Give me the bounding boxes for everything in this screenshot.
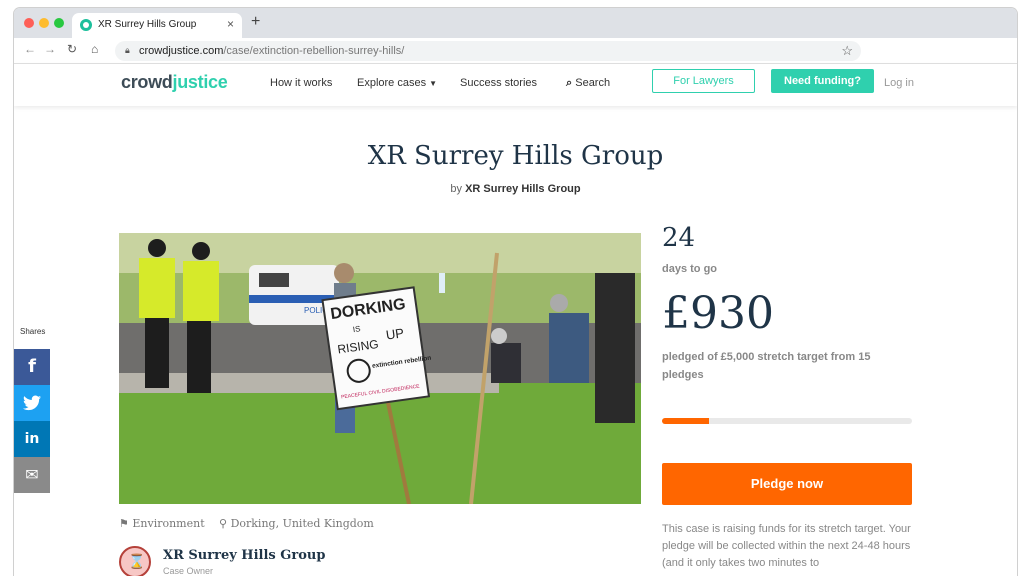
- for-lawyers-button[interactable]: For Lawyers: [652, 69, 755, 93]
- caret-down-icon: ▼: [429, 79, 438, 88]
- browser-tab[interactable]: XR Surrey Hills Group ×: [72, 13, 242, 38]
- logo-text-justice: justice: [172, 72, 228, 92]
- crowdjustice-favicon-icon: [80, 19, 92, 31]
- lock-icon: 🔒︎: [125, 45, 130, 55]
- protest-photo: POLICE DORKING IS RISING UP extinction r…: [119, 233, 641, 504]
- amount-raised: £930: [662, 288, 774, 339]
- nav-search-label: Search: [575, 77, 611, 89]
- back-arrow-icon[interactable]: ←: [24, 42, 36, 56]
- linkedin-share-button[interactable]: in: [14, 421, 50, 457]
- funding-progress-fill: [662, 418, 709, 424]
- owner-avatar[interactable]: [119, 546, 151, 576]
- site-header: crowdjustice How it works Explore cases …: [14, 64, 1017, 106]
- close-window-button[interactable]: [24, 18, 34, 28]
- tab-close-icon[interactable]: ×: [227, 17, 234, 31]
- bookmark-star-icon[interactable]: ☆: [841, 43, 853, 59]
- pledge-now-button[interactable]: Pledge now: [662, 463, 912, 505]
- days-remaining-label: days to go: [662, 263, 718, 275]
- byline-owner-link[interactable]: XR Surrey Hills Group: [465, 183, 581, 195]
- browser-window: XR Surrey Hills Group × + ← → ↻ ⌂ 🔒︎ cro…: [14, 8, 1017, 576]
- tab-title: XR Surrey Hills Group: [98, 19, 197, 30]
- linkedin-icon: in: [24, 431, 40, 447]
- facebook-icon: f: [28, 356, 36, 377]
- address-bar[interactable]: 🔒︎ crowdjustice.com/case/extinction-rebe…: [115, 41, 861, 61]
- twitter-icon: [23, 395, 41, 411]
- email-share-button[interactable]: ✉: [14, 457, 50, 493]
- funding-progress-bar: [662, 418, 912, 424]
- logo-text-crowd: crowd: [121, 72, 173, 92]
- byline: by XR Surrey Hills Group: [14, 183, 1017, 195]
- nav-explore-label: Explore cases: [357, 77, 427, 89]
- email-icon: ✉: [25, 465, 39, 484]
- forward-arrow-icon[interactable]: →: [44, 42, 56, 56]
- minimize-window-button[interactable]: [39, 18, 49, 28]
- home-icon[interactable]: ⌂: [91, 42, 98, 56]
- nav-success-stories[interactable]: Success stories: [460, 77, 537, 89]
- new-tab-button[interactable]: +: [251, 13, 260, 31]
- nav-how-it-works[interactable]: How it works: [270, 77, 332, 89]
- days-remaining-count: 24: [662, 223, 696, 253]
- url-domain: crowdjustice.com: [139, 45, 224, 57]
- location-pin-icon: ⚲: [219, 517, 228, 530]
- url-text[interactable]: crowdjustice.com/case/extinction-rebelli…: [139, 45, 404, 57]
- crowdjustice-logo[interactable]: crowdjustice: [121, 72, 228, 93]
- url-path: /case/extinction-rebellion-surrey-hills/: [223, 45, 405, 57]
- login-link[interactable]: Log in: [884, 77, 914, 89]
- nav-search[interactable]: ⌕ Search: [566, 77, 610, 90]
- browser-toolbar: ← → ↻ ⌂ 🔒︎ crowdjustice.com/case/extinct…: [14, 38, 1017, 64]
- maximize-window-button[interactable]: [54, 18, 64, 28]
- pledged-summary: pledged of £5,000 stretch target from 15…: [662, 351, 871, 381]
- facebook-share-button[interactable]: f: [14, 349, 50, 385]
- sign-is: IS: [352, 324, 361, 334]
- search-icon: ⌕: [566, 77, 573, 89]
- twitter-share-button[interactable]: [14, 385, 50, 421]
- byline-prefix: by: [450, 183, 463, 195]
- case-category[interactable]: ⚑ Environment: [119, 517, 205, 530]
- case-location: ⚲ Dorking, United Kingdom: [219, 517, 374, 530]
- sign-up: UP: [385, 325, 405, 342]
- shares-label: Shares: [20, 327, 46, 336]
- bookmark-icon: ⚑: [119, 517, 129, 530]
- category-label: Environment: [132, 517, 205, 530]
- owner-name[interactable]: XR Surrey Hills Group: [163, 548, 325, 563]
- need-funding-button[interactable]: Need funding?: [771, 69, 874, 93]
- page-title: XR Surrey Hills Group: [367, 141, 664, 171]
- location-label: Dorking, United Kingdom: [230, 517, 374, 530]
- case-hero-image: POLICE DORKING IS RISING UP extinction r…: [119, 233, 641, 504]
- owner-role: Case Owner: [163, 566, 214, 576]
- nav-explore-cases[interactable]: Explore cases ▼: [357, 77, 437, 89]
- tab-strip: XR Surrey Hills Group × +: [14, 8, 1017, 38]
- pledge-info-text: This case is raising funds for its stret…: [662, 523, 911, 569]
- reload-icon[interactable]: ↻: [67, 42, 77, 56]
- desktop: XR Surrey Hills Group × + ← → ↻ ⌂ 🔒︎ cro…: [0, 0, 1024, 576]
